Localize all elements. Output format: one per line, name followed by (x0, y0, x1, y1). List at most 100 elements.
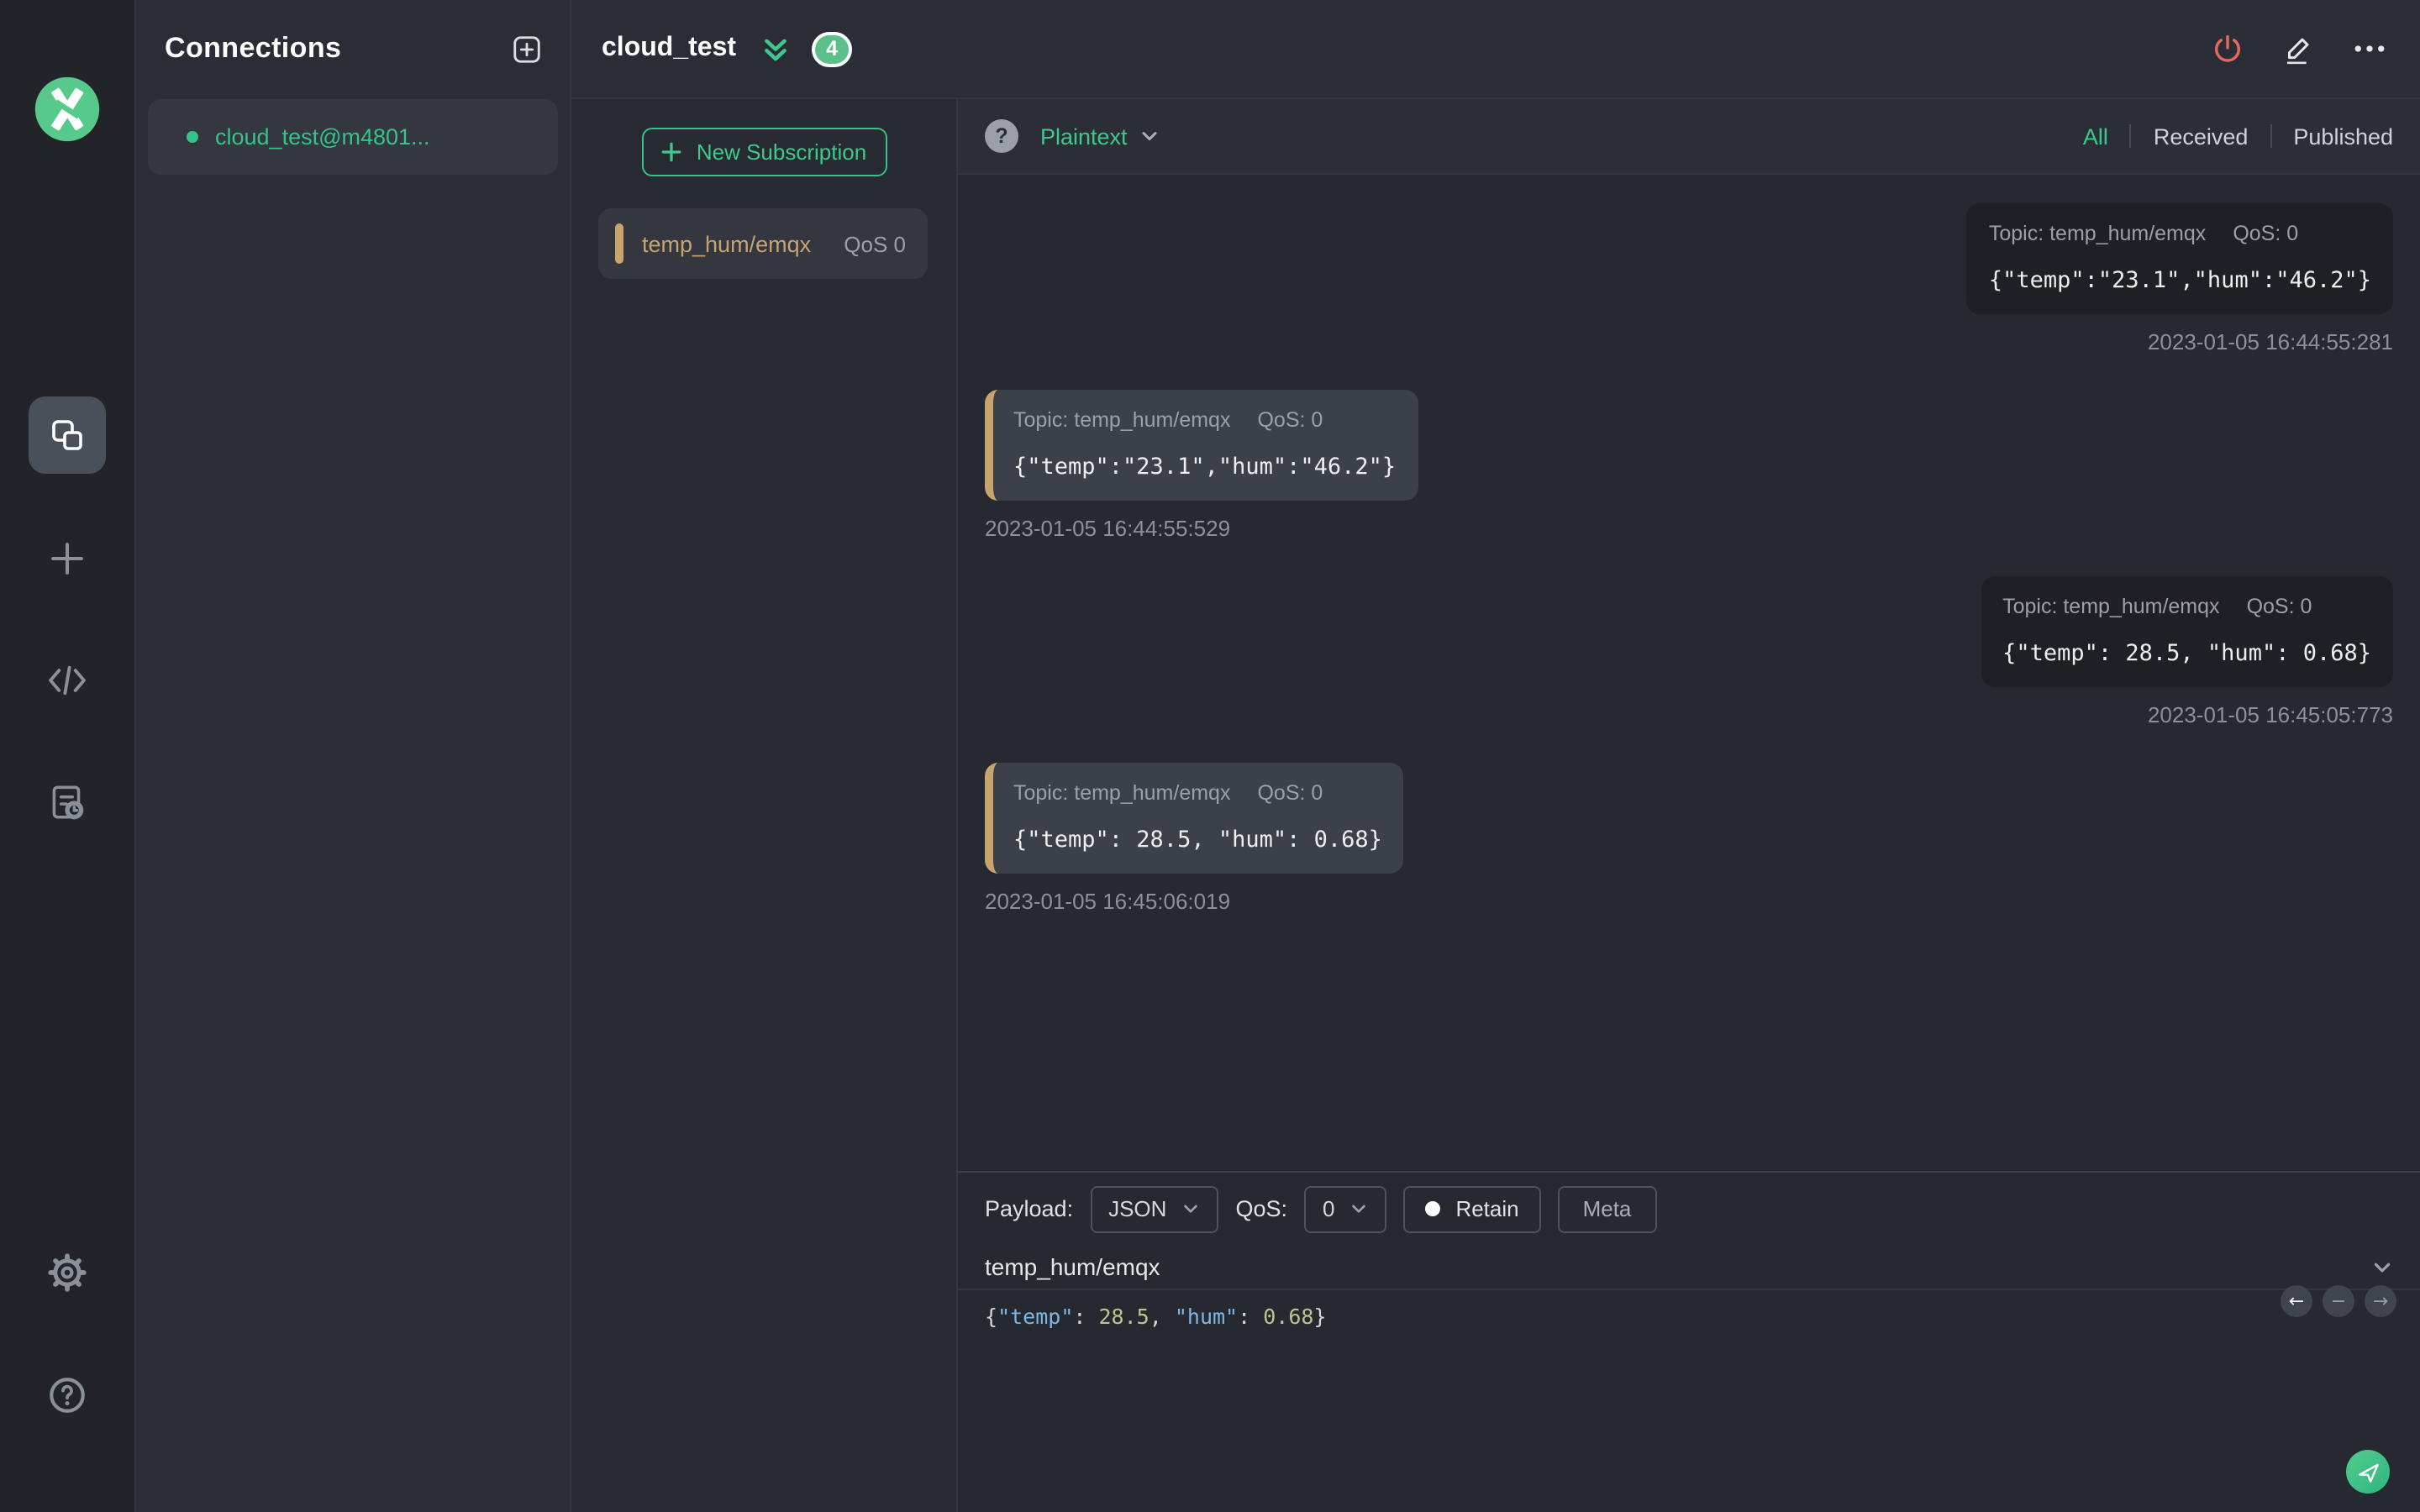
connections-title: Connections (165, 32, 342, 64)
edit-pencil-icon (2286, 37, 2309, 64)
message-bubble[interactable]: Topic: temp_hum/emqx QoS: 0 {"temp":"23.… (1966, 203, 2393, 314)
mqttx-window: Connections cloud_test@m4801... cloud_te… (0, 0, 2420, 1512)
message-topic: Topic: temp_hum/emqx (1013, 408, 1231, 432)
publish-topic-input[interactable]: temp_hum/emqx (958, 1245, 2420, 1290)
message-bubble[interactable]: Topic: temp_hum/emqx QoS: 0 {"temp":"23.… (985, 390, 1418, 501)
edit-connection-button[interactable] (2281, 31, 2316, 66)
chevron-down-icon (1184, 1205, 1198, 1213)
message-timestamp: 2023-01-05 16:45:05:773 (2147, 702, 2393, 727)
filter-separator (2270, 124, 2272, 148)
publish-payload-editor[interactable]: {"temp": 28.5, "hum": 0.68} (958, 1290, 2420, 1342)
add-connection-button[interactable] (511, 33, 543, 65)
qos-select[interactable]: 0 (1303, 1185, 1387, 1232)
message-payload: {"temp": 28.5, "hum": 0.68} (1013, 827, 1382, 853)
next-message-button[interactable]: → (2365, 1285, 2396, 1317)
retain-label: Retain (1455, 1196, 1519, 1221)
payload-label: Payload: (985, 1196, 1074, 1221)
message-topic: Topic: temp_hum/emqx (1013, 781, 1231, 805)
message-topic: Topic: temp_hum/emqx (2002, 595, 2220, 618)
qos-value: 0 (1322, 1196, 1335, 1221)
new-subscription-label: New Subscription (696, 139, 867, 165)
payload-type-select[interactable]: JSON (1090, 1185, 1219, 1232)
chevron-down-icon (1142, 132, 1157, 141)
messages-toolbar: ? Plaintext All Received Published (958, 99, 2420, 175)
message-group: Topic: temp_hum/emqx QoS: 0 {"temp": 28.… (985, 763, 2393, 914)
subscription-topic: temp_hum/emqx (642, 231, 812, 256)
message-qos: QoS: 0 (1257, 408, 1323, 432)
meta-button[interactable]: Meta (1557, 1185, 1657, 1232)
mqttx-logo (34, 76, 101, 143)
message-payload: {"temp":"23.1","hum":"46.2"} (1013, 454, 1397, 480)
message-group: Topic: temp_hum/emqx QoS: 0 {"temp": 28.… (985, 576, 2393, 727)
subscription-qos: QoS 0 (844, 231, 906, 256)
subscription-count-badge[interactable]: 4 (812, 31, 853, 66)
plus-icon (662, 142, 682, 162)
collapse-editor-chevron-icon[interactable] (2371, 1256, 2393, 1278)
settings-button[interactable] (46, 1252, 88, 1294)
message-timestamp: 2023-01-05 16:45:06:019 (985, 889, 1231, 914)
settings-gear-icon (48, 1253, 87, 1292)
publish-panel: Payload: JSON QoS: 0 Retain Meta temp_hu… (958, 1171, 2420, 1512)
connections-icon (52, 420, 82, 450)
message-group: Topic: temp_hum/emqx QoS: 0 {"temp":"23.… (985, 203, 2393, 354)
prev-message-button[interactable]: ← (2281, 1285, 2312, 1317)
messages-column: ? Plaintext All Received Published Topic… (958, 99, 2420, 1512)
retain-toggle[interactable]: Retain (1403, 1185, 1541, 1232)
message-timestamp: 2023-01-05 16:44:55:529 (985, 516, 1231, 541)
connection-list-item[interactable]: cloud_test@m4801... (148, 99, 558, 175)
filter-received[interactable]: Received (2154, 123, 2249, 149)
filter-separator (2129, 124, 2132, 148)
collapse-button[interactable]: − (2323, 1285, 2354, 1317)
publish-controls: Payload: JSON QoS: 0 Retain Meta (958, 1173, 2420, 1245)
nav-log-button[interactable] (46, 781, 88, 823)
subscription-color-marker (615, 223, 623, 264)
connection-name: cloud_test@m4801... (215, 124, 430, 150)
retain-indicator-dot (1425, 1201, 1441, 1216)
more-options-button[interactable] (2351, 30, 2388, 67)
message-group: Topic: temp_hum/emqx QoS: 0 {"temp":"23.… (985, 390, 2393, 541)
nav-connections-button[interactable] (29, 396, 106, 474)
message-bubble[interactable]: Topic: temp_hum/emqx QoS: 0 {"temp": 28.… (1981, 576, 2393, 687)
filter-all[interactable]: All (2083, 123, 2108, 149)
publish-topic-value: temp_hum/emqx (985, 1253, 1160, 1280)
payload-type-value: JSON (1108, 1196, 1167, 1221)
payload-editor-line: {"temp": 28.5, "hum": 0.68} (985, 1304, 1327, 1329)
message-topic: Topic: temp_hum/emqx (1988, 222, 2207, 245)
connection-header: cloud_test 4 (571, 0, 2420, 99)
nav-script-button[interactable] (45, 659, 89, 702)
add-connection-icon (513, 35, 540, 62)
payload-format-dropdown[interactable]: Plaintext (1040, 123, 1160, 149)
subscription-item[interactable]: temp_hum/emqx QoS 0 (598, 208, 928, 279)
left-rail (0, 0, 136, 1512)
log-icon (52, 785, 84, 820)
help-button[interactable] (46, 1374, 88, 1416)
script-code-icon (49, 665, 86, 696)
message-qos: QoS: 0 (1257, 781, 1323, 805)
message-list[interactable]: Topic: temp_hum/emqx QoS: 0 {"temp":"23.… (958, 175, 2420, 1171)
message-filters: All Received Published (2083, 123, 2393, 149)
message-payload: {"temp": 28.5, "hum": 0.68} (2002, 640, 2371, 667)
main-area: cloud_test 4 New Subscription temp_hum/e… (571, 0, 2420, 1512)
message-payload: {"temp":"23.1","hum":"46.2"} (1988, 267, 2371, 294)
new-subscription-button[interactable]: New Subscription (641, 128, 886, 176)
disconnect-power-icon (2214, 34, 2241, 61)
message-timestamp: 2023-01-05 16:44:55:281 (2147, 329, 2393, 354)
disconnect-button[interactable] (2210, 31, 2245, 66)
message-bubble[interactable]: Topic: temp_hum/emqx QoS: 0 {"temp": 28.… (985, 763, 1404, 874)
editor-pager: ← − → (2281, 1285, 2396, 1317)
chevron-down-icon (1352, 1205, 1366, 1213)
payload-format-value: Plaintext (1040, 123, 1128, 149)
nav-new-connection-button[interactable] (45, 536, 90, 581)
payload-format-help-icon[interactable]: ? (985, 119, 1018, 153)
filter-published[interactable]: Published (2293, 123, 2393, 149)
subscriptions-column: New Subscription temp_hum/emqx QoS 0 (571, 99, 958, 1512)
message-qos: QoS: 0 (2246, 595, 2312, 618)
connection-title: cloud_test (602, 34, 737, 62)
connections-panel: Connections cloud_test@m4801... (136, 0, 571, 1512)
collapse-all-button[interactable] (761, 34, 790, 63)
send-plane-icon (2358, 1462, 2378, 1482)
meta-label: Meta (1582, 1196, 1632, 1221)
new-connection-plus-icon (51, 543, 83, 575)
send-button[interactable] (2346, 1450, 2390, 1494)
connection-status-dot (187, 131, 198, 143)
